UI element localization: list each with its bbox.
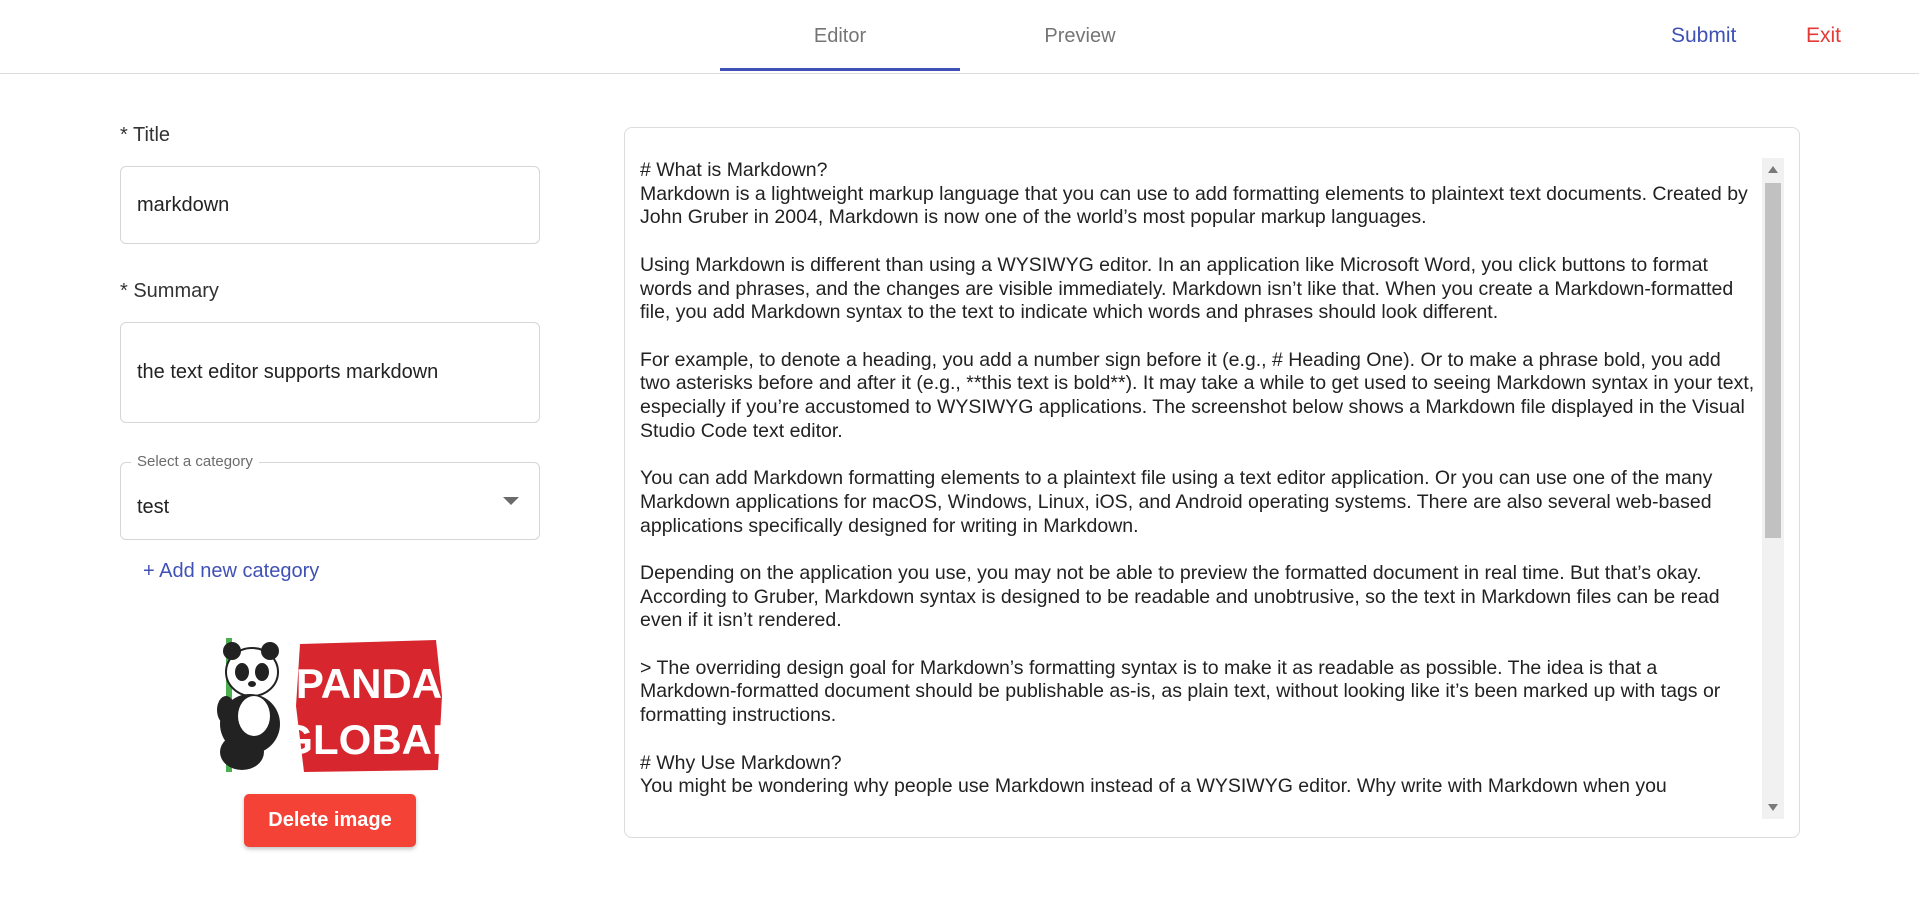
logo-text-global: GLOBAL <box>280 716 444 763</box>
summary-input-value: the text editor supports markdown <box>137 361 439 383</box>
delete-image-button[interactable]: Delete image <box>244 794 416 847</box>
tab-preview[interactable]: Preview <box>960 0 1200 73</box>
submit-button[interactable]: Submit <box>1671 24 1736 48</box>
category-select-value: test <box>137 496 170 518</box>
title-label: * Title <box>120 124 171 146</box>
tab-editor[interactable]: Editor <box>720 0 960 73</box>
summary-input[interactable]: the text editor supports markdown <box>120 322 540 423</box>
chevron-down-icon[interactable] <box>503 497 519 505</box>
top-bar: Editor Preview Submit Exit <box>0 0 1919 74</box>
title-input[interactable]: markdown <box>120 166 540 244</box>
active-tab-indicator <box>720 68 960 71</box>
add-category-button[interactable]: + Add new category <box>143 560 319 583</box>
logo-text-panda: PANDA <box>296 660 442 707</box>
category-select-label: Select a category <box>131 453 259 470</box>
exit-button[interactable]: Exit <box>1806 24 1841 48</box>
summary-label: * Summary <box>120 280 219 302</box>
markdown-editor-textarea[interactable]: # What is Markdown? Markdown is a lightw… <box>640 159 1755 820</box>
scroll-up-arrow-icon[interactable] <box>1768 166 1778 173</box>
category-select[interactable]: Select a category test <box>120 453 540 540</box>
editor-scrollbar[interactable] <box>1762 158 1784 819</box>
panda-global-logo: PANDA GLOBAL <box>217 638 444 772</box>
scrollbar-thumb[interactable] <box>1765 183 1781 538</box>
markdown-editor-card: # What is Markdown? Markdown is a lightw… <box>624 127 1800 838</box>
scroll-down-arrow-icon[interactable] <box>1768 804 1778 811</box>
title-input-value: markdown <box>137 193 230 216</box>
